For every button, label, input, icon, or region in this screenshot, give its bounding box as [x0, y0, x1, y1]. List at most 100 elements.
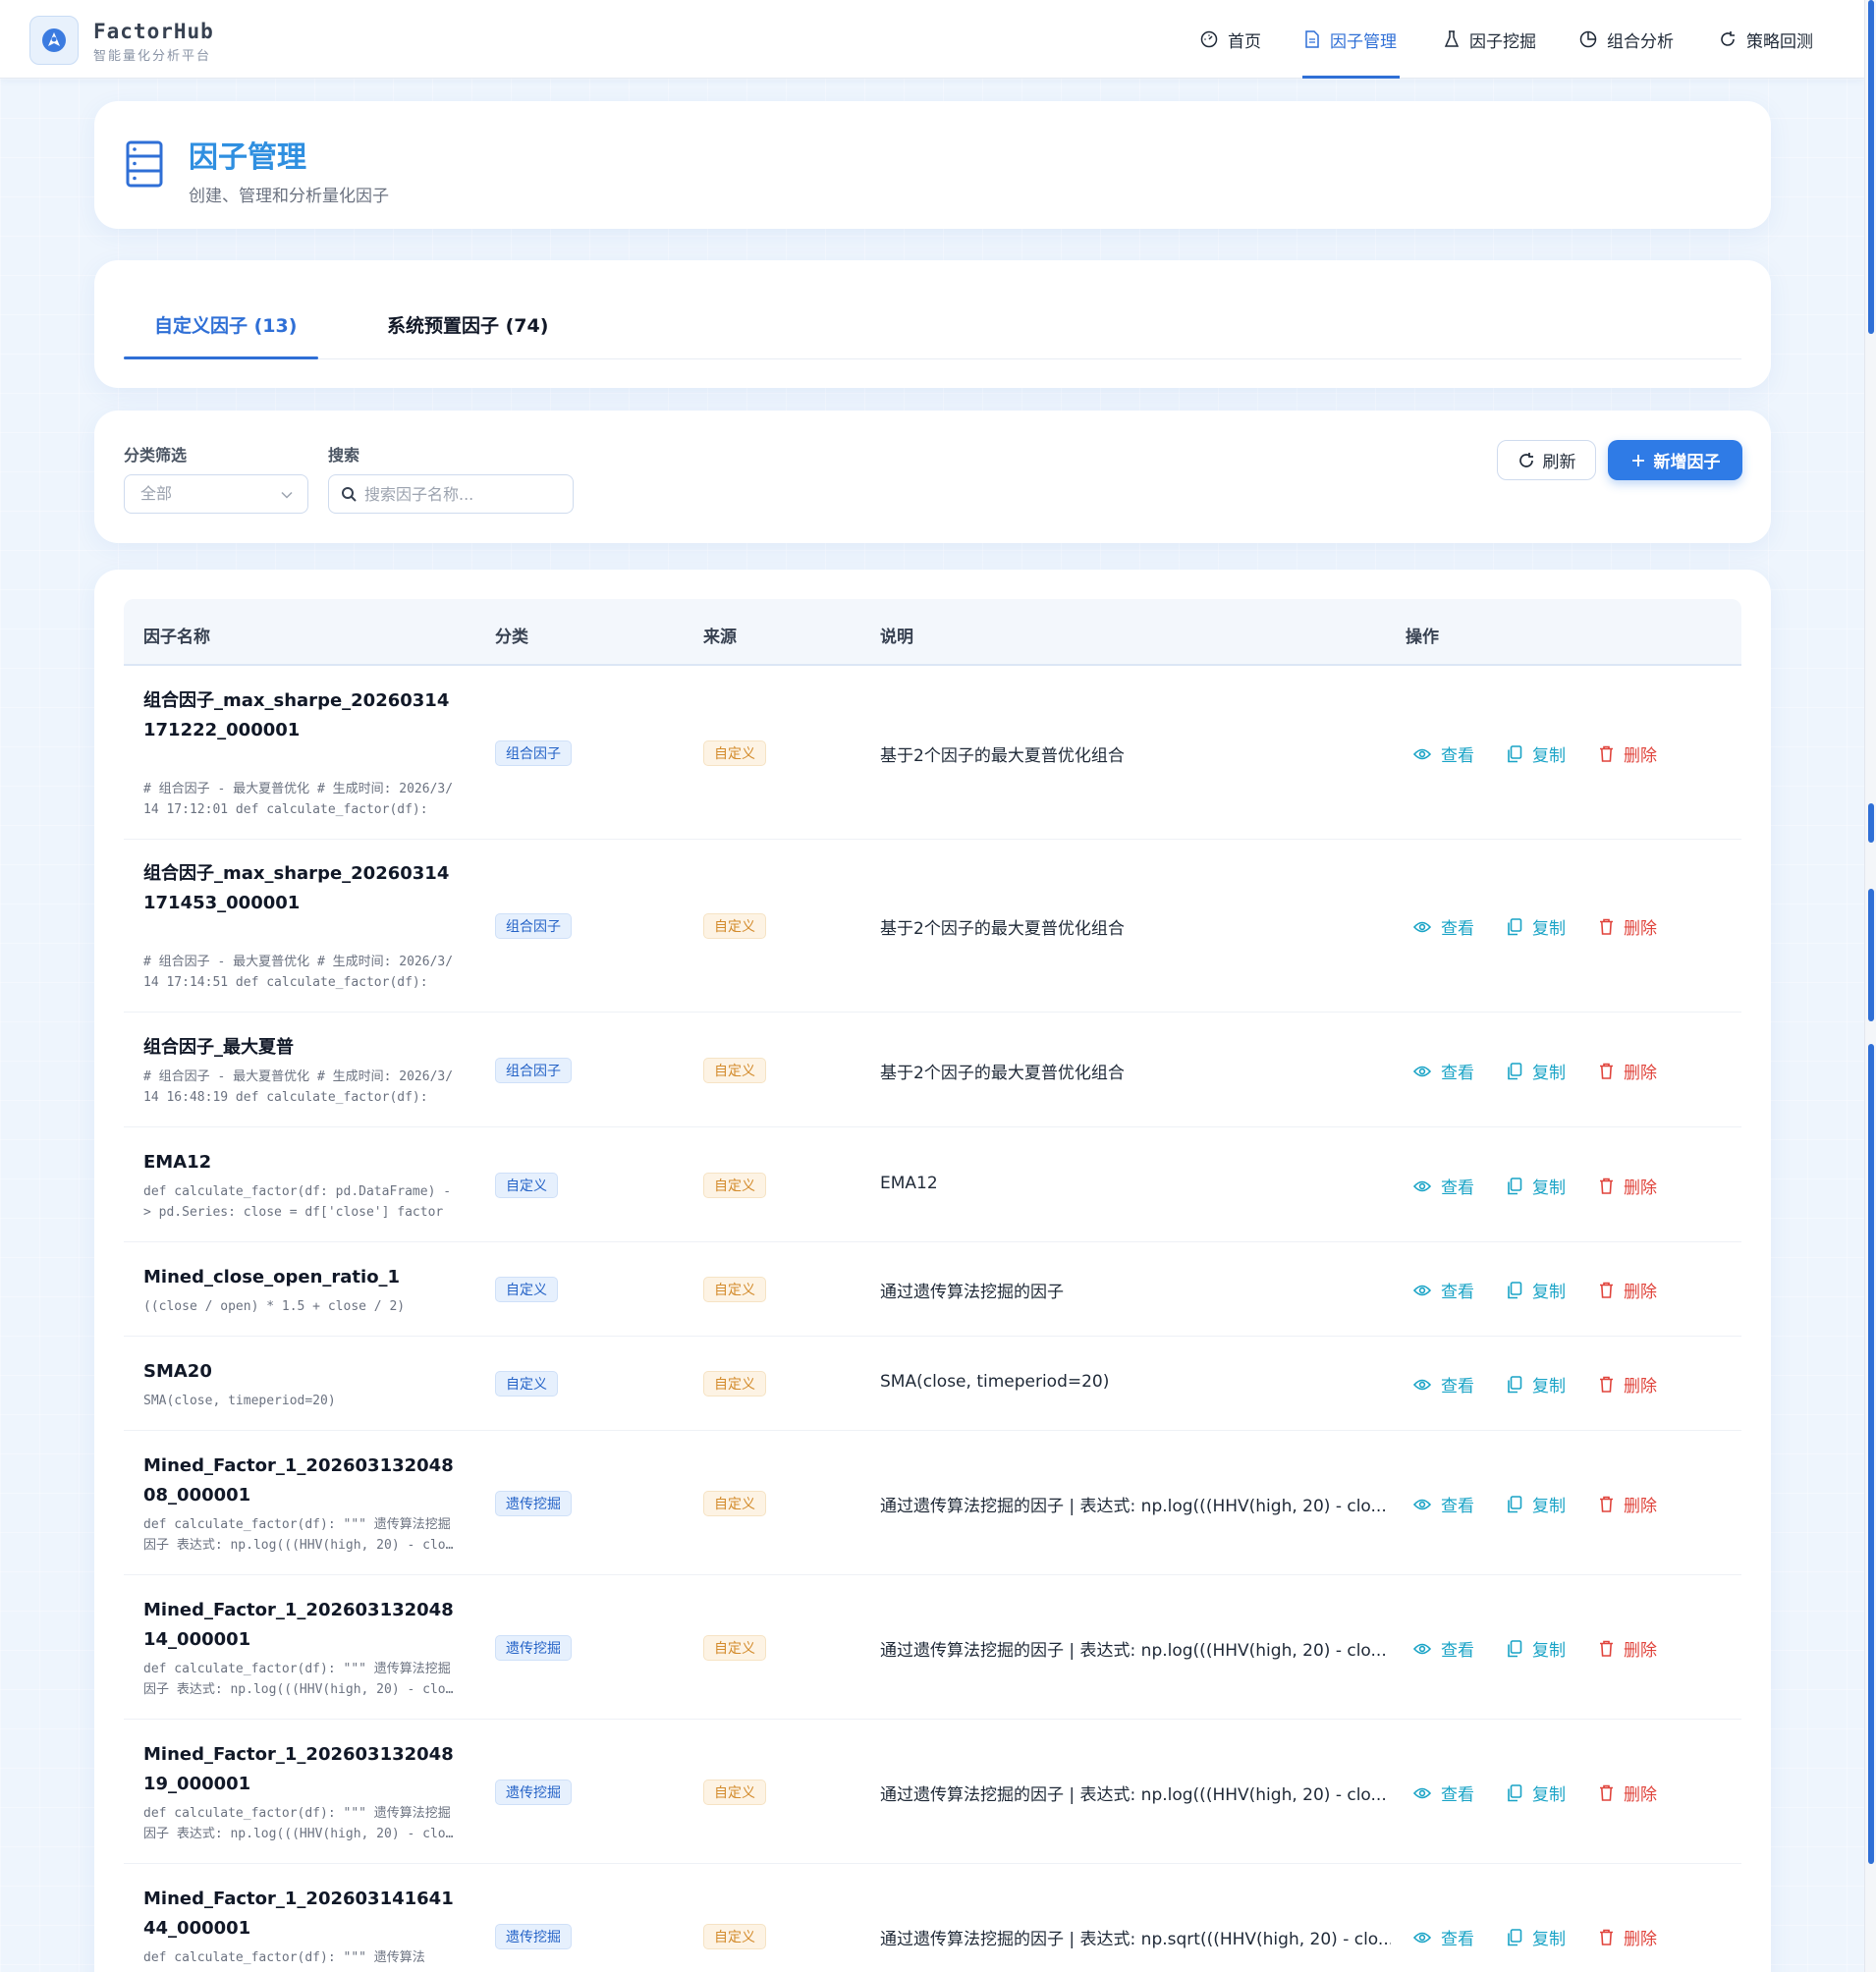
copy-button[interactable]: 复制 — [1507, 914, 1566, 939]
trash-icon — [1600, 1178, 1613, 1194]
factor-description: 基于2个因子的最大夏普优化组合 — [880, 1064, 1125, 1083]
table-row: SMA20 SMA(close, timeperiod=20) 自定义 自定义 SMA(… — [124, 1337, 1741, 1431]
copy-button[interactable]: 复制 — [1507, 1780, 1566, 1805]
copy-button[interactable]: 复制 — [1507, 1925, 1566, 1949]
delete-label: 删除 — [1624, 1283, 1657, 1302]
eye-icon — [1413, 748, 1431, 759]
view-label: 查看 — [1441, 1497, 1474, 1516]
category-tag: 遗传挖掘 — [495, 1491, 572, 1516]
factor-name: Mined_Factor_1_20260313204819_000001 — [143, 1744, 454, 1794]
view-button[interactable]: 查看 — [1413, 741, 1474, 766]
nav-factor-mining[interactable]: 因子挖掘 — [1444, 0, 1536, 79]
factor-name: SMA20 — [143, 1361, 212, 1382]
view-button[interactable]: 查看 — [1413, 1059, 1474, 1083]
copy-icon — [1508, 1281, 1522, 1298]
brand-name: FactorHub — [93, 20, 214, 43]
search-input[interactable] — [364, 475, 561, 513]
copy-button[interactable]: 复制 — [1507, 1059, 1566, 1083]
copy-label: 复制 — [1532, 1641, 1566, 1661]
search-box[interactable] — [328, 474, 574, 514]
factor-description: 通过遗传算法挖掘的因子 — [880, 1283, 1064, 1302]
add-factor-button[interactable]: 新增因子 — [1608, 440, 1742, 480]
table-row: Mined_Factor_1_20260313204814_000001 def … — [124, 1575, 1741, 1720]
copy-label: 复制 — [1532, 1785, 1566, 1805]
trash-icon — [1600, 1496, 1613, 1512]
tab-active-indicator — [124, 356, 318, 359]
category-select[interactable]: 全部 — [124, 474, 308, 514]
view-button[interactable]: 查看 — [1413, 1492, 1474, 1516]
tab-system-factors[interactable]: 系统预置因子 (74) — [387, 311, 548, 338]
nav-portfolio-analysis-label: 组合分析 — [1607, 31, 1674, 52]
copy-icon — [1508, 1783, 1522, 1801]
delete-button[interactable]: 删除 — [1599, 1174, 1657, 1198]
view-button[interactable]: 查看 — [1413, 1925, 1474, 1949]
factor-description: 通过遗传算法挖掘的因子 | 表达式: np.sqrt(((HHV(high, 2… — [880, 1930, 1391, 1949]
scrollbar-thumb[interactable] — [1868, 0, 1874, 334]
brand-subtitle: 智能量化分析平台 — [93, 49, 212, 64]
view-button[interactable]: 查看 — [1413, 1174, 1474, 1198]
nav-backtest-label: 策略回测 — [1746, 31, 1813, 52]
source-tag: 自定义 — [703, 1924, 766, 1949]
column-header-description: 说明 — [880, 628, 913, 647]
nav-factor-management-label: 因子管理 — [1330, 31, 1397, 52]
trash-icon — [1600, 1063, 1613, 1079]
nav-factor-management[interactable]: 因子管理 — [1302, 0, 1400, 79]
table-row: Mined_close_open_ratio_1 ((close / open) … — [124, 1242, 1741, 1337]
copy-icon — [1508, 1062, 1522, 1079]
copy-button[interactable]: 复制 — [1507, 1278, 1566, 1302]
view-button[interactable]: 查看 — [1413, 914, 1474, 939]
view-button[interactable]: 查看 — [1413, 1278, 1474, 1302]
pie-chart-icon — [1579, 30, 1597, 48]
factor-code-preview: def calculate_factor(df): """ 遗传算法挖掘因子 表… — [143, 1806, 454, 1841]
search-label: 搜索 — [328, 446, 360, 465]
view-label: 查看 — [1441, 1641, 1474, 1661]
copy-button[interactable]: 复制 — [1507, 1492, 1566, 1516]
delete-button[interactable]: 删除 — [1599, 1372, 1657, 1397]
logo-icon — [42, 28, 66, 52]
delete-button[interactable]: 删除 — [1599, 1492, 1657, 1516]
delete-button[interactable]: 删除 — [1599, 741, 1657, 766]
view-button[interactable]: 查看 — [1413, 1372, 1474, 1397]
trash-icon — [1600, 1376, 1613, 1393]
logo[interactable] — [29, 16, 79, 65]
delete-button[interactable]: 删除 — [1599, 1059, 1657, 1083]
copy-button[interactable]: 复制 — [1507, 741, 1566, 766]
plus-icon — [1631, 454, 1644, 466]
scrollbar-marker — [1868, 889, 1874, 1021]
page-scrollbar[interactable] — [1864, 0, 1876, 1972]
copy-label: 复制 — [1532, 1283, 1566, 1302]
factor-code-preview: ((close / open) * 1.5 + close / 2) — [143, 1299, 406, 1314]
category-tag: 组合因子 — [495, 913, 572, 939]
copy-button[interactable]: 复制 — [1507, 1174, 1566, 1198]
table-row: 组合因子_最大夏普 # 组合因子 - 最大夏普优化 # 生成时间: 2026/3/… — [124, 1013, 1741, 1127]
copy-label: 复制 — [1532, 1497, 1566, 1516]
factor-description: EMA12 — [880, 1174, 938, 1193]
refresh-button-label: 刷新 — [1542, 453, 1576, 472]
view-button[interactable]: 查看 — [1413, 1780, 1474, 1805]
delete-button[interactable]: 删除 — [1599, 1278, 1657, 1302]
delete-button[interactable]: 删除 — [1599, 1636, 1657, 1661]
eye-icon — [1413, 1066, 1431, 1076]
delete-label: 删除 — [1624, 1178, 1657, 1198]
trash-icon — [1600, 1929, 1613, 1945]
delete-button[interactable]: 删除 — [1599, 1780, 1657, 1805]
nav-backtest[interactable]: 策略回测 — [1719, 0, 1813, 79]
nav-portfolio-analysis[interactable]: 组合分析 — [1579, 0, 1674, 79]
copy-button[interactable]: 复制 — [1507, 1636, 1566, 1661]
factor-name: Mined_close_open_ratio_1 — [143, 1267, 401, 1287]
view-button[interactable]: 查看 — [1413, 1636, 1474, 1661]
factor-name: 组合因子_max_sharpe_20260314171453_000001 — [143, 863, 450, 913]
source-tag: 自定义 — [703, 1491, 766, 1516]
delete-button[interactable]: 删除 — [1599, 914, 1657, 939]
category-select-value: 全部 — [140, 484, 173, 503]
tab-custom-factors[interactable]: 自定义因子 (13) — [154, 311, 297, 338]
nav-active-indicator — [1302, 76, 1400, 79]
category-tag: 自定义 — [495, 1173, 558, 1198]
source-tag: 自定义 — [703, 1371, 766, 1397]
category-tag: 自定义 — [495, 1371, 558, 1397]
copy-button[interactable]: 复制 — [1507, 1372, 1566, 1397]
category-tag: 组合因子 — [495, 1058, 572, 1083]
delete-button[interactable]: 删除 — [1599, 1925, 1657, 1949]
nav-home[interactable]: 首页 — [1200, 0, 1261, 79]
refresh-button[interactable]: 刷新 — [1497, 440, 1596, 480]
